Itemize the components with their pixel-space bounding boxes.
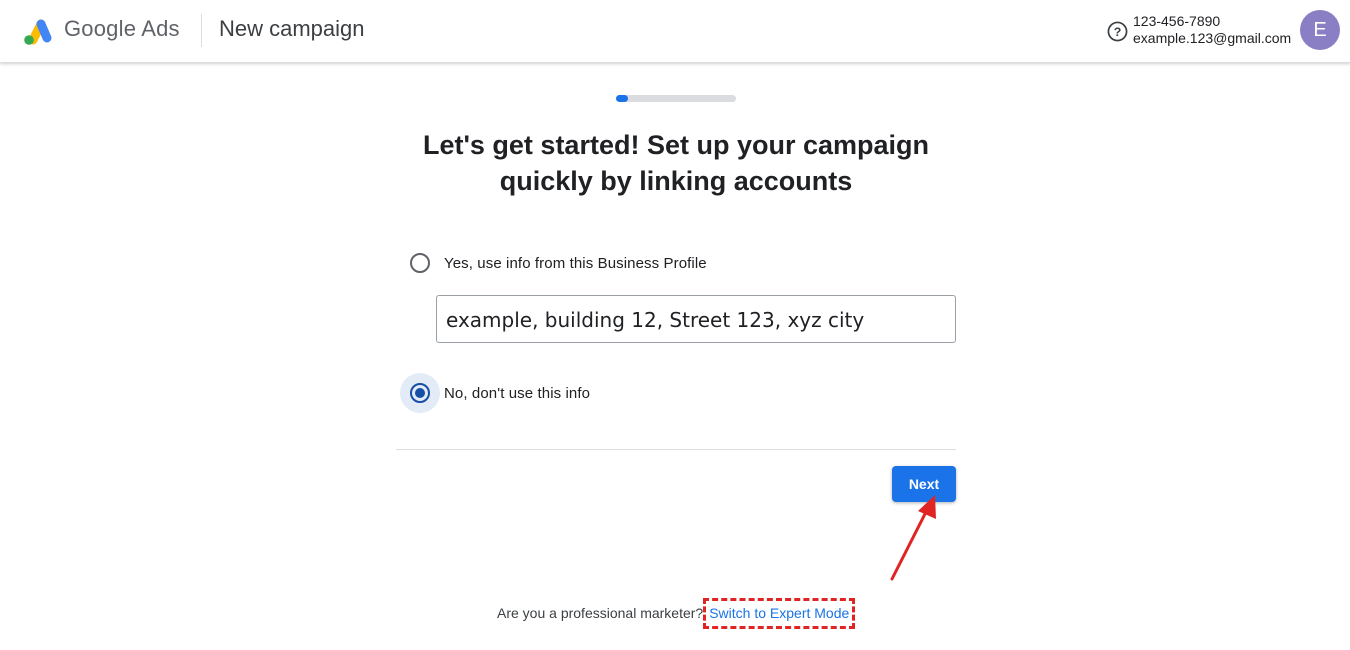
option-label: Yes, use info from this Business Profile <box>444 254 707 272</box>
help-circle-icon[interactable]: ? <box>1107 21 1128 42</box>
progress-fill <box>616 95 628 102</box>
radio-button-checked[interactable] <box>410 383 430 403</box>
switch-to-expert-mode-link[interactable]: Switch to Expert Mode <box>703 598 856 629</box>
footer-question: Are you a professional marketer? <box>497 605 704 621</box>
setup-progress-bar <box>616 95 736 102</box>
radio-button-unchecked[interactable] <box>410 253 430 273</box>
business-address-field[interactable]: example, building 12, Street 123, xyz ci… <box>436 295 956 343</box>
annotation-arrow-icon <box>890 495 936 581</box>
section-divider <box>396 449 956 450</box>
option-label: No, don't use this info <box>444 384 591 402</box>
headline-line-1: Let's get started! Set up your campaign <box>422 130 929 160</box>
avatar[interactable]: E <box>1300 10 1340 50</box>
account-phone: 123-456-7890 <box>1133 13 1221 29</box>
brand-name: Google Ads <box>64 16 180 41</box>
account-info[interactable]: 123-456-7890 example.123@gmail.com <box>1133 13 1291 47</box>
page-headline: Let's get started! Set up your campaign … <box>400 127 952 199</box>
radio-option-use-business-profile[interactable]: Yes, use info from this Business Profile <box>400 243 707 283</box>
account-email: example.123@gmail.com <box>1133 30 1292 46</box>
google-ads-logo[interactable] <box>22 16 54 46</box>
radio-wrap <box>400 243 440 283</box>
radio-option-dont-use-info[interactable]: No, don't use this info <box>400 373 590 413</box>
footer: Are you a professional marketer? Switch t… <box>497 598 856 629</box>
headline-line-2: quickly by linking accounts <box>499 166 853 196</box>
top-app-bar: Google Ads New campaign ? 123-456-7890 e… <box>0 0 1350 63</box>
svg-text:?: ? <box>1114 25 1122 39</box>
header-divider <box>201 14 202 47</box>
page-title: New campaign <box>219 16 365 41</box>
radio-focus-ring <box>400 373 440 413</box>
